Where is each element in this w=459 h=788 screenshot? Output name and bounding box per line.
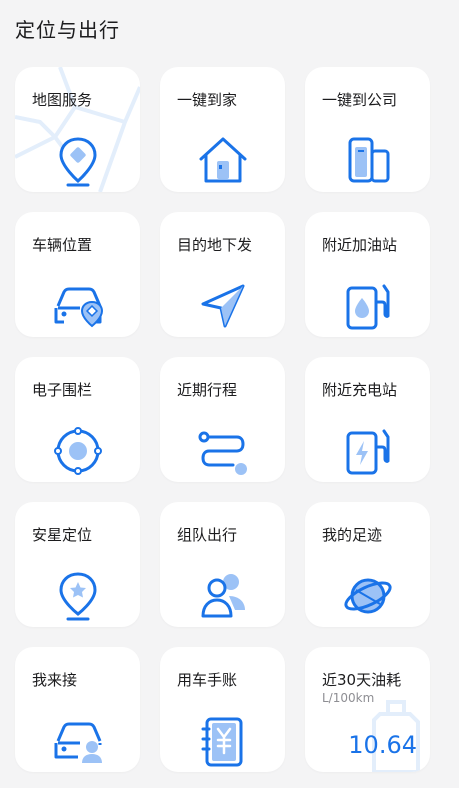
star-pin-icon xyxy=(50,568,106,624)
card-nearby-charging[interactable]: 附近充电站 xyxy=(305,357,430,482)
card-label: 组队出行 xyxy=(177,526,238,544)
card-label: 近30天油耗 xyxy=(322,671,402,689)
card-label: 我的足迹 xyxy=(322,526,383,544)
navigation-arrow-icon xyxy=(195,278,251,334)
card-fuel-consumption[interactable]: 近30天油耗 L/100km 10.64 xyxy=(305,647,430,772)
card-label: 用车手账 xyxy=(177,671,238,689)
card-go-office[interactable]: 一键到公司 xyxy=(305,67,430,192)
card-send-destination[interactable]: 目的地下发 xyxy=(160,212,285,337)
card-geofence[interactable]: 电子围栏 xyxy=(15,357,140,482)
charging-station-icon xyxy=(340,423,396,479)
globe-footprint-icon xyxy=(340,568,396,624)
fuel-pump-icon xyxy=(340,278,396,334)
card-label: 附近充电站 xyxy=(322,381,398,399)
card-anxing-locate[interactable]: 安星定位 xyxy=(15,502,140,627)
card-label: 我来接 xyxy=(32,671,78,689)
car-location-icon xyxy=(50,278,106,334)
card-label: 目的地下发 xyxy=(177,236,253,254)
card-label: 附近加油站 xyxy=(322,236,398,254)
office-building-icon xyxy=(340,133,396,189)
card-car-ledger[interactable]: 用车手账 xyxy=(160,647,285,772)
card-vehicle-location[interactable]: 车辆位置 xyxy=(15,212,140,337)
card-label: 电子围栏 xyxy=(32,381,93,399)
unit-label: L/100km xyxy=(322,691,375,705)
yuan-notebook-icon xyxy=(195,713,251,769)
car-person-icon xyxy=(50,713,106,769)
route-icon xyxy=(195,423,251,479)
map-pin-icon xyxy=(50,133,106,189)
card-label: 安星定位 xyxy=(32,526,93,544)
card-pickup[interactable]: 我来接 xyxy=(15,647,140,772)
card-map-service[interactable]: 地图服务 xyxy=(15,67,140,192)
card-label: 一键到公司 xyxy=(322,91,398,109)
fuel-consumption-value: 10.64 xyxy=(348,731,417,759)
section-title: 定位与出行 xyxy=(15,18,120,42)
home-icon xyxy=(195,133,251,189)
card-label: 地图服务 xyxy=(32,91,93,109)
card-nearby-gas[interactable]: 附近加油站 xyxy=(305,212,430,337)
card-label: 车辆位置 xyxy=(32,236,93,254)
card-go-home[interactable]: 一键到家 xyxy=(160,67,285,192)
card-label: 近期行程 xyxy=(177,381,238,399)
geofence-icon xyxy=(50,423,106,479)
card-my-footprint[interactable]: 我的足迹 xyxy=(305,502,430,627)
team-icon xyxy=(195,568,251,624)
card-team-travel[interactable]: 组队出行 xyxy=(160,502,285,627)
card-recent-trips[interactable]: 近期行程 xyxy=(160,357,285,482)
card-label: 一键到家 xyxy=(177,91,238,109)
